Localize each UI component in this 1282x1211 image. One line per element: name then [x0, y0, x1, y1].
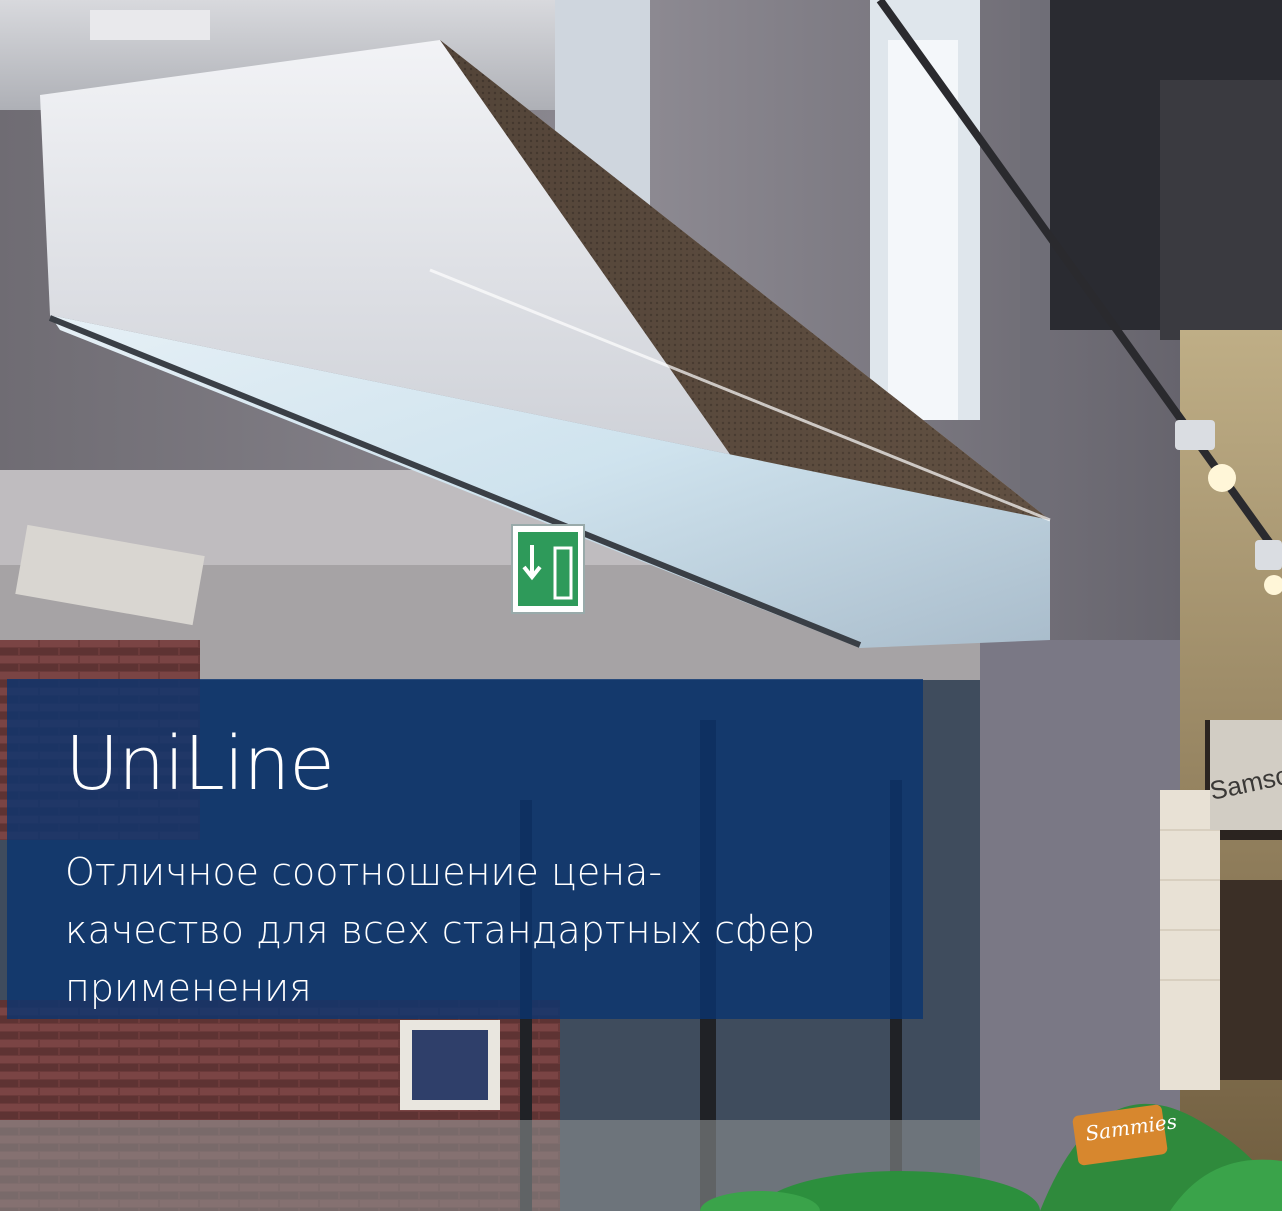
photo-background: Samsonite Sammies	[0, 0, 1282, 1211]
headline-panel: UniLine Отличное соотношение цена- качес…	[7, 679, 923, 1019]
product-subtitle: Отличное соотношение цена- качество для …	[65, 850, 815, 1010]
product-title: UniLine	[65, 721, 335, 807]
